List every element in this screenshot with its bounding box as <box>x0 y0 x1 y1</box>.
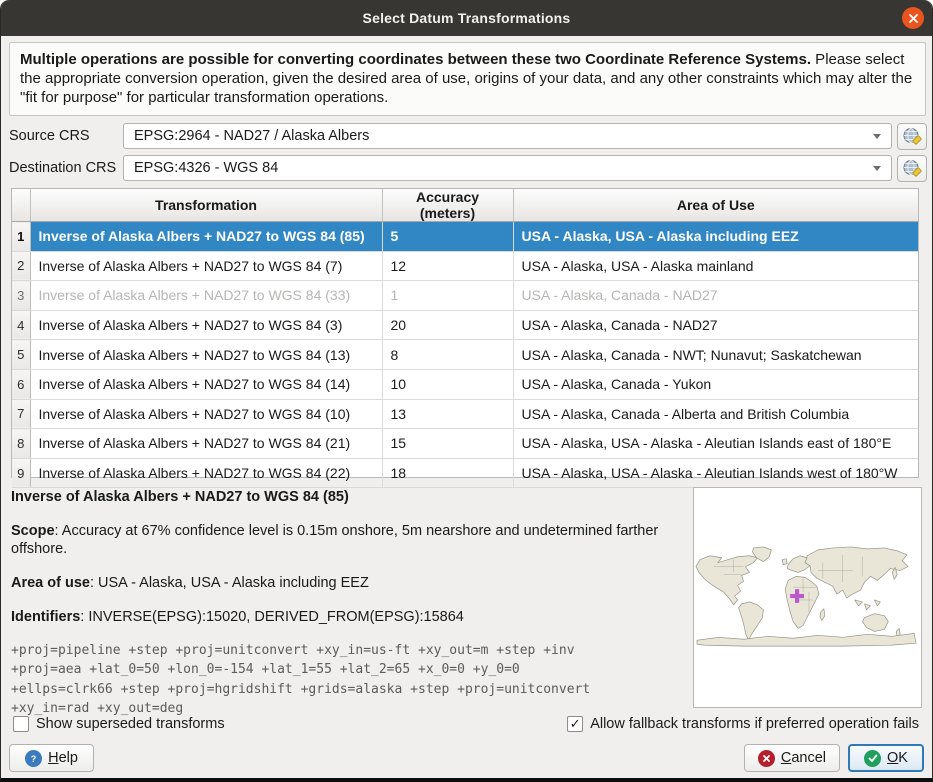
cell-accuracy: 13 <box>382 399 513 429</box>
cell-area-of-use: USA - Alaska, Canada - Alberta and Briti… <box>513 399 918 429</box>
cell-area-of-use: USA - Alaska, USA - Alaska including EEZ <box>513 222 918 252</box>
select-datum-transformations-dialog: Select Datum Transformations Multiple op… <box>0 0 933 782</box>
checkbox-label: Allow fallback transforms if preferred o… <box>590 716 919 732</box>
header-accuracy[interactable]: Accuracy (meters) <box>382 189 513 222</box>
table-row[interactable]: 9 Inverse of Alaska Albers + NAD27 to WG… <box>12 458 918 488</box>
table-row[interactable]: 8 Inverse of Alaska Albers + NAD27 to WG… <box>12 429 918 459</box>
header-area-of-use[interactable]: Area of Use <box>513 189 918 222</box>
cell-transformation: Inverse of Alaska Albers + NAD27 to WGS … <box>30 340 382 370</box>
cell-transformation: Inverse of Alaska Albers + NAD27 to WGS … <box>30 310 382 340</box>
cell-accuracy: 18 <box>382 458 513 488</box>
show-superseded-checkbox[interactable]: Show superseded transforms <box>13 716 225 732</box>
globe-edit-icon <box>902 127 922 147</box>
world-map <box>694 543 921 653</box>
select-source-crs-button[interactable] <box>897 123 927 150</box>
cell-row-number: 7 <box>12 399 30 429</box>
allow-fallback-checkbox[interactable]: Allow fallback transforms if preferred o… <box>567 716 919 732</box>
cell-transformation: Inverse of Alaska Albers + NAD27 to WGS … <box>30 222 382 252</box>
help-icon: ? <box>25 750 42 767</box>
identifiers-text: Identifiers: INVERSE(EPSG):15020, DERIVE… <box>11 609 687 627</box>
close-icon <box>908 13 919 24</box>
cell-area-of-use: USA - Alaska, USA - Alaska - Aleutian Is… <box>513 429 918 459</box>
cell-transformation: Inverse of Alaska Albers + NAD27 to WGS … <box>30 281 382 311</box>
destination-crs-combo[interactable]: EPSG:4326 - WGS 84 <box>123 155 892 181</box>
cell-row-number: 2 <box>12 251 30 281</box>
cell-row-number: 3 <box>12 281 30 311</box>
cell-row-number: 4 <box>12 310 30 340</box>
cell-row-number: 9 <box>12 458 30 488</box>
close-button[interactable] <box>902 7 924 29</box>
help-button[interactable]: ? Help <box>9 744 94 772</box>
header-transformation[interactable]: Transformation <box>30 189 382 222</box>
header-row-number <box>12 189 30 222</box>
cell-area-of-use: USA - Alaska, Canada - NAD27 <box>513 281 918 311</box>
cell-accuracy: 10 <box>382 369 513 399</box>
source-crs-label: Source CRS <box>9 123 90 149</box>
cell-area-of-use: USA - Alaska, Canada - Yukon <box>513 369 918 399</box>
area-of-use-text: Area of use: USA - Alaska, USA - Alaska … <box>11 575 687 593</box>
cell-area-of-use: USA - Alaska, USA - Alaska - Aleutian Is… <box>513 458 918 488</box>
table-header-row: Transformation Accuracy (meters) Area of… <box>12 189 918 222</box>
checkbox-label: Show superseded transforms <box>36 716 225 732</box>
table-row[interactable]: 6 Inverse of Alaska Albers + NAD27 to WG… <box>12 369 918 399</box>
intro-message-bold: Multiple operations are possible for con… <box>20 51 811 68</box>
cell-accuracy: 1 <box>382 281 513 311</box>
source-crs-value: EPSG:2964 - NAD27 / Alaska Albers <box>134 128 369 144</box>
intro-message: Multiple operations are possible for con… <box>9 42 926 116</box>
titlebar[interactable]: Select Datum Transformations <box>1 0 932 36</box>
cell-area-of-use: USA - Alaska, Canada - NWT; Nunavut; Sas… <box>513 340 918 370</box>
table-row[interactable]: 2 Inverse of Alaska Albers + NAD27 to WG… <box>12 251 918 281</box>
transformation-details: Inverse of Alaska Albers + NAD27 to WGS … <box>11 487 687 719</box>
cell-row-number: 5 <box>12 340 30 370</box>
checkbox-box[interactable] <box>567 716 583 732</box>
window-title: Select Datum Transformations <box>363 10 571 26</box>
cell-accuracy: 15 <box>382 429 513 459</box>
cell-row-number: 6 <box>12 369 30 399</box>
chevron-down-icon <box>873 134 881 139</box>
cell-transformation: Inverse of Alaska Albers + NAD27 to WGS … <box>30 251 382 281</box>
proj-string: +proj=pipeline +step +proj=unitconvert +… <box>11 641 687 719</box>
footer-options: Show superseded transforms Allow fallbac… <box>13 716 919 732</box>
cell-area-of-use: USA - Alaska, Canada - NAD27 <box>513 310 918 340</box>
cell-transformation: Inverse of Alaska Albers + NAD27 to WGS … <box>30 369 382 399</box>
cell-accuracy: 8 <box>382 340 513 370</box>
table-row[interactable]: 3 Inverse of Alaska Albers + NAD27 to WG… <box>12 281 918 311</box>
checkbox-box[interactable] <box>13 716 29 732</box>
ok-icon <box>864 750 881 767</box>
cell-transformation: Inverse of Alaska Albers + NAD27 to WGS … <box>30 458 382 488</box>
scope-text: Scope: Accuracy at 67% confidence level … <box>11 523 687 559</box>
destination-crs-label: Destination CRS <box>9 155 116 181</box>
cancel-button[interactable]: Cancel <box>744 744 840 772</box>
table-row[interactable]: 1 Inverse of Alaska Albers + NAD27 to WG… <box>12 222 918 252</box>
cell-accuracy: 5 <box>382 222 513 252</box>
table-row[interactable]: 4 Inverse of Alaska Albers + NAD27 to WG… <box>12 310 918 340</box>
cell-row-number: 1 <box>12 222 30 252</box>
cell-transformation: Inverse of Alaska Albers + NAD27 to WGS … <box>30 429 382 459</box>
globe-edit-icon <box>902 159 922 179</box>
table-row[interactable]: 7 Inverse of Alaska Albers + NAD27 to WG… <box>12 399 918 429</box>
select-destination-crs-button[interactable] <box>897 155 927 182</box>
svg-text:?: ? <box>31 754 37 764</box>
destination-crs-value: EPSG:4326 - WGS 84 <box>134 160 278 176</box>
area-of-use-map <box>693 487 922 708</box>
cancel-icon <box>758 750 775 767</box>
cell-area-of-use: USA - Alaska, USA - Alaska mainland <box>513 251 918 281</box>
cell-row-number: 8 <box>12 429 30 459</box>
ok-button[interactable]: OK <box>848 744 924 772</box>
table-row[interactable]: 5 Inverse of Alaska Albers + NAD27 to WG… <box>12 340 918 370</box>
transformations-table: Transformation Accuracy (meters) Area of… <box>11 188 919 478</box>
selected-transformation-title: Inverse of Alaska Albers + NAD27 to WGS … <box>11 489 687 507</box>
cell-accuracy: 20 <box>382 310 513 340</box>
cell-transformation: Inverse of Alaska Albers + NAD27 to WGS … <box>30 399 382 429</box>
cell-accuracy: 12 <box>382 251 513 281</box>
source-crs-combo[interactable]: EPSG:2964 - NAD27 / Alaska Albers <box>123 123 892 149</box>
chevron-down-icon <box>873 166 881 171</box>
